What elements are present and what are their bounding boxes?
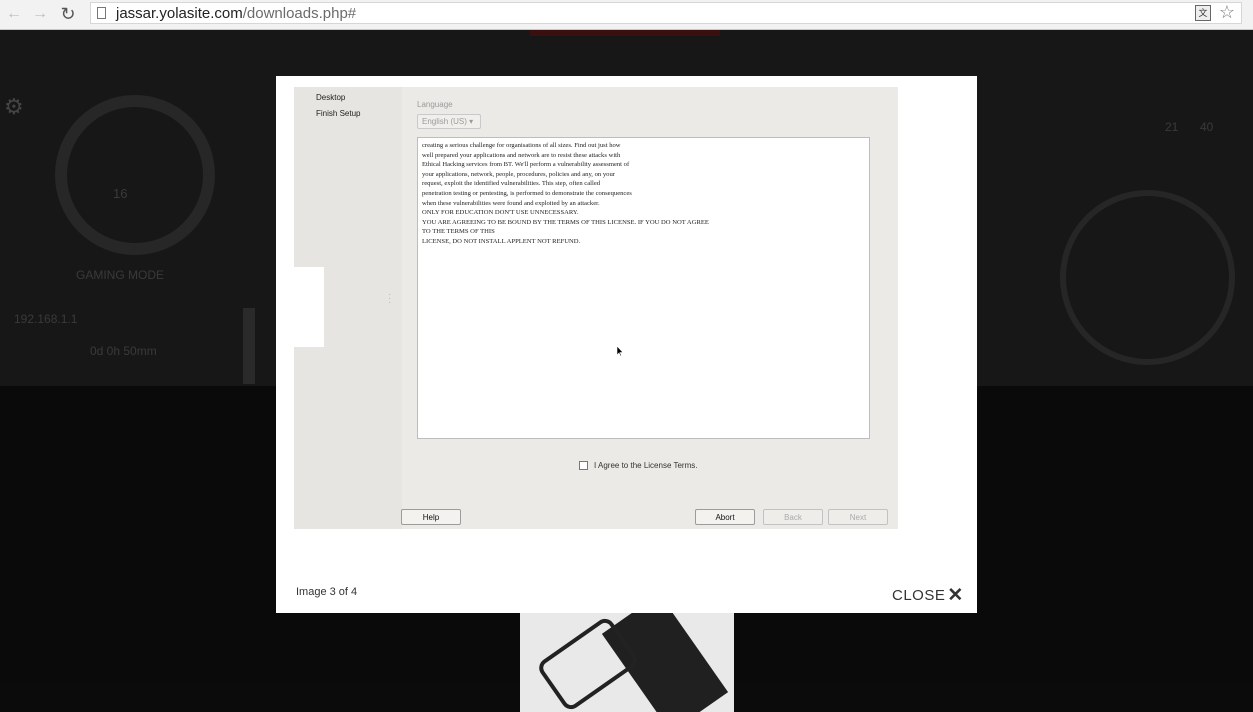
license-line: TO THE TERMS OF THIS	[422, 228, 495, 236]
license-line: penetration testing or pentesting, is pe…	[422, 189, 632, 197]
swap-value: 21	[1165, 120, 1179, 134]
installer-screenshot: Desktop Finish Setup · · · Language Englis…	[294, 87, 898, 529]
reload-icon[interactable]: ↻	[58, 4, 78, 24]
ram-value: 40	[1200, 120, 1214, 134]
license-line: ONLY FOR EDUCATION DON'T USE UNNECESSARY…	[422, 209, 579, 217]
next-button: Next	[828, 509, 888, 525]
mouse-cursor-icon	[617, 346, 623, 356]
language-select: English (US) ▾	[417, 114, 481, 129]
gauge-dial-left	[55, 95, 215, 255]
image-counter: Image 3 of 4	[296, 586, 358, 598]
translate-icon[interactable]: 文	[1195, 5, 1211, 21]
url-text[interactable]: jassar.yolasite.com/downloads.php#	[116, 5, 356, 22]
close-icon: ✕	[947, 585, 964, 606]
meter-bar	[243, 308, 255, 384]
language-value: English (US)	[422, 117, 467, 126]
license-line: when these vulnerabilities were found an…	[422, 199, 600, 207]
sidebar-item-finish-setup: Finish Setup	[316, 109, 361, 118]
sidebar-item-desktop: Desktop	[316, 93, 346, 102]
usb-drive-image	[520, 613, 734, 712]
language-label: Language	[417, 100, 453, 109]
license-line: Ethical Hacking services from BT. We'll …	[422, 161, 630, 169]
url-path: /downloads.php#	[242, 5, 357, 22]
back-button: Back	[763, 509, 823, 525]
url-host: jassar.yolasite.com	[116, 5, 243, 22]
license-line: request, exploit the identified vulnerab…	[422, 180, 601, 188]
back-arrow-icon[interactable]: ←	[4, 4, 24, 24]
cpu-value: 16	[113, 186, 128, 201]
close-button[interactable]: CLOSE ✕	[892, 584, 964, 607]
license-line: LICENSE, DO NOT INSTALL APPLENT NOT REFU…	[422, 237, 581, 245]
browser-toolbar: ← → ↻ jassar.yolasite.com/downloads.php#…	[0, 0, 1253, 30]
gauge-dial-right	[1060, 190, 1235, 365]
license-line: YOU ARE AGREEING TO BE BOUND BY THE TERM…	[422, 218, 709, 226]
license-line: your applications, network, people, proc…	[422, 170, 615, 178]
help-button: Help	[401, 509, 461, 525]
uptime-label: 0d 0h 50mm	[90, 344, 157, 358]
address-bar[interactable]: jassar.yolasite.com/downloads.php# 文 ☆	[90, 2, 1242, 24]
banner-accent	[530, 30, 720, 36]
abort-button: Abort	[695, 509, 755, 525]
bookmark-star-icon[interactable]: ☆	[1219, 2, 1235, 23]
ip-label: 192.168.1.1	[14, 312, 78, 326]
license-line: creating a serious challenge for organis…	[422, 142, 621, 149]
drag-handle-icon: · · ·	[388, 289, 392, 308]
license-line: well prepared your applications and netw…	[422, 151, 621, 159]
close-label: CLOSE	[892, 587, 946, 604]
license-text-area: creating a serious challenge for organis…	[417, 137, 870, 439]
forward-arrow-icon[interactable]: →	[30, 4, 50, 24]
gear-icon: ⚙	[4, 94, 24, 119]
lightbox: Desktop Finish Setup · · · Language Englis…	[276, 76, 977, 613]
installer-sidebar: Desktop Finish Setup · · ·	[294, 87, 402, 529]
agree-label: I Agree to the License Terms.	[594, 461, 698, 470]
page-icon	[97, 7, 106, 19]
sidebar-panel	[294, 267, 324, 347]
gaming-mode-label: GAMING MODE	[76, 268, 165, 282]
agree-checkbox	[579, 461, 588, 470]
